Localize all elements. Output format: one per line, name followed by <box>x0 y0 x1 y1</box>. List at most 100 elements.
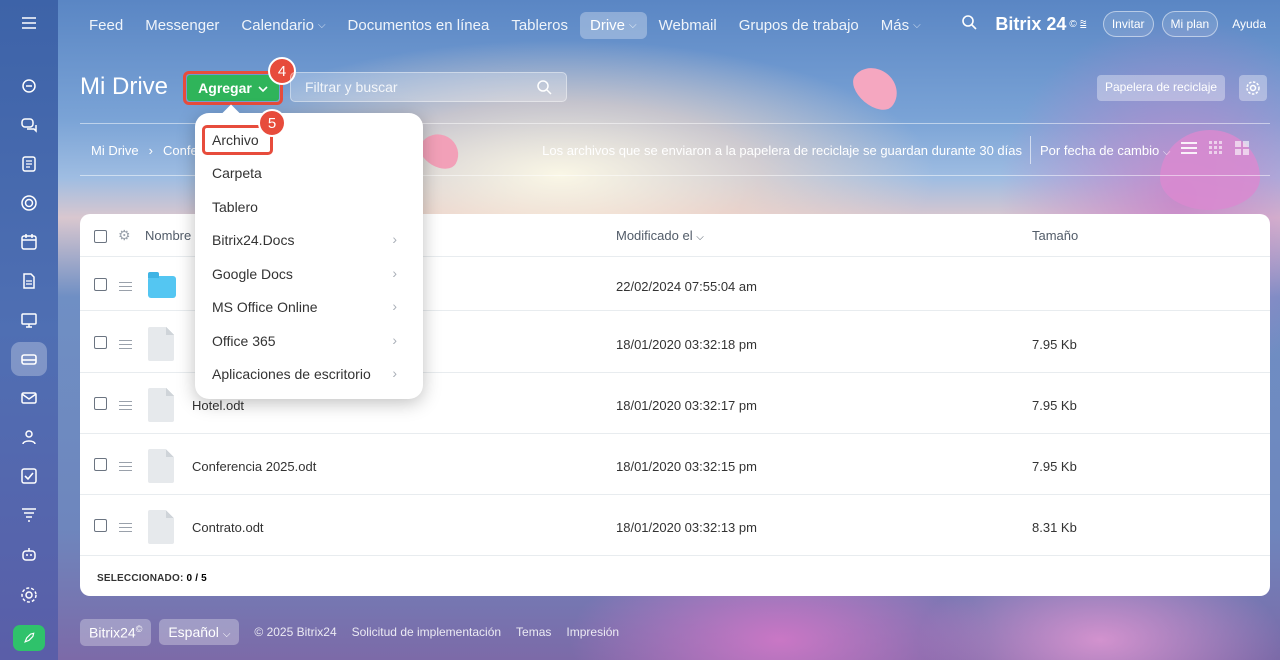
menu-item-google-docs[interactable]: Google Docs › <box>212 265 407 282</box>
column-header-name[interactable]: Nombre <box>145 228 191 243</box>
row-checkbox[interactable] <box>94 458 107 471</box>
background-petal <box>846 58 906 118</box>
feed-icon[interactable] <box>11 69 47 103</box>
groups-icon[interactable] <box>11 420 47 454</box>
file-name[interactable]: Hotel.odt <box>192 398 244 413</box>
large-grid-view-icon[interactable] <box>1234 140 1250 161</box>
mail-icon[interactable] <box>11 381 47 415</box>
rocket-icon[interactable] <box>13 625 45 651</box>
search-icon[interactable] <box>961 14 977 35</box>
drag-handle-icon[interactable] <box>119 282 132 291</box>
chevron-down-icon: ⌵ <box>629 19 637 31</box>
language-select[interactable]: Español ⌵ <box>159 619 240 646</box>
table-row[interactable]: Conferencia 2025.odt 18/01/2020 03:32:15… <box>80 434 1270 495</box>
menu-item-office-365[interactable]: Office 365 › <box>212 332 407 349</box>
chevron-down-icon: ⌵ <box>1162 147 1171 158</box>
nav-boards[interactable]: Tableros <box>501 12 578 39</box>
recycle-bin-button[interactable]: Papelera de reciclaje <box>1097 75 1226 101</box>
funnel-icon[interactable] <box>11 498 47 532</box>
nav-webmail[interactable]: Webmail <box>649 12 727 39</box>
chevron-down-icon: ⌵ <box>696 232 704 243</box>
menu-item-bitrix24-docs[interactable]: Bitrix24.Docs › <box>212 231 407 248</box>
small-grid-view-icon[interactable] <box>1208 140 1224 161</box>
invite-button[interactable]: Invitar <box>1102 11 1154 37</box>
gear-icon[interactable]: ⚙ <box>118 227 131 244</box>
footer-link-implementation[interactable]: Solicitud de implementación <box>352 625 501 639</box>
row-checkbox[interactable] <box>94 397 107 410</box>
file-name[interactable]: Conferencia 2025.odt <box>192 459 316 474</box>
chevron-down-icon: ⌵ <box>317 19 326 31</box>
menu-item-board[interactable]: Tablero <box>212 199 407 215</box>
chevron-right-icon: › <box>392 298 397 314</box>
top-navigation: Feed Messenger Calendario ⌵ Documentos en… <box>58 0 1280 50</box>
language-label: Español <box>168 624 219 641</box>
file-modified: 22/02/2024 07:55:04 am <box>616 279 757 294</box>
drag-handle-icon[interactable] <box>119 401 132 410</box>
row-checkbox[interactable] <box>94 336 107 349</box>
gear-icon[interactable] <box>1239 75 1267 101</box>
footer-brand-button[interactable]: Bitrix24© <box>80 619 152 646</box>
footer-brand-mark: © <box>135 624 143 634</box>
help-button[interactable]: Ayuda <box>1226 12 1272 36</box>
calendar-icon[interactable] <box>11 225 47 259</box>
search-input[interactable]: Filtrar y buscar <box>290 72 567 102</box>
add-dropdown-menu: Archivo Carpeta Tablero Bitrix24.Docs › G… <box>195 113 423 399</box>
column-header-modified[interactable]: Modificado el ⌵ <box>616 228 704 243</box>
menu-item-label: Bitrix24.Docs <box>212 232 295 248</box>
table-row[interactable]: Contrato.odt 18/01/2020 03:32:13 pm 8.31… <box>80 495 1270 556</box>
nav-label: Más <box>880 16 910 34</box>
row-checkbox[interactable] <box>94 519 107 532</box>
nav-messenger[interactable]: Messenger <box>135 12 229 39</box>
breadcrumb-current[interactable]: Confe <box>163 143 198 158</box>
list-view-icon[interactable] <box>1180 140 1198 161</box>
file-size: 7.95 Kb <box>1032 459 1077 474</box>
chat-icon[interactable] <box>11 108 47 142</box>
file-modified: 18/01/2020 03:32:13 pm <box>616 520 757 535</box>
brand-logo[interactable]: Bitrix 24 © ⩰ <box>995 14 1086 35</box>
menu-item-ms-office-online[interactable]: MS Office Online › <box>212 298 407 315</box>
menu-item-folder[interactable]: Carpeta <box>212 165 407 181</box>
menu-item-desktop-apps[interactable]: Aplicaciones de escritorio › <box>212 365 407 382</box>
file-icon <box>148 327 174 361</box>
divider <box>1030 136 1031 164</box>
presentation-icon[interactable] <box>11 303 47 337</box>
nav-workgroups[interactable]: Grupos de trabajo <box>729 12 869 39</box>
chevron-right-icon: › <box>148 143 154 158</box>
nav-drive[interactable]: Drive ⌵ <box>580 11 647 39</box>
row-checkbox[interactable] <box>94 278 107 291</box>
add-button[interactable]: Agregar <box>187 75 279 101</box>
file-modified: 18/01/2020 03:32:17 pm <box>616 398 757 413</box>
target-icon[interactable] <box>11 186 47 220</box>
nav-online-documents[interactable]: Documentos en línea <box>338 12 500 39</box>
robot-icon[interactable] <box>11 537 47 571</box>
menu-item-label: MS Office Online <box>212 299 318 315</box>
nav-more[interactable]: Más ⌵ <box>871 12 931 39</box>
nav-feed[interactable]: Feed <box>79 12 133 39</box>
chevron-right-icon: › <box>392 332 397 348</box>
column-header-size[interactable]: Tamaño <box>1032 228 1078 243</box>
drag-handle-icon[interactable] <box>119 523 132 532</box>
breadcrumb-root[interactable]: Mi Drive <box>91 143 139 158</box>
breadcrumb: Mi Drive › Confe <box>91 143 198 158</box>
drive-icon[interactable] <box>11 342 47 376</box>
sort-select[interactable]: Por fecha de cambio ⌵ <box>1040 143 1170 158</box>
settings-icon[interactable] <box>11 578 47 612</box>
drag-handle-icon[interactable] <box>119 340 132 349</box>
menu-icon[interactable] <box>11 6 47 40</box>
footer-link-themes[interactable]: Temas <box>516 625 551 639</box>
nav-calendar[interactable]: Calendario ⌵ <box>231 12 335 39</box>
footer-link-print[interactable]: Impresión <box>566 625 619 639</box>
chevron-right-icon: › <box>392 265 397 281</box>
tasks-icon[interactable] <box>11 459 47 493</box>
my-plan-button[interactable]: Mi plan <box>1161 11 1219 37</box>
file-text-icon[interactable] <box>11 264 47 298</box>
file-name[interactable]: Contrato.odt <box>192 520 264 535</box>
search-placeholder: Filtrar y buscar <box>305 79 398 95</box>
document-icon[interactable] <box>11 147 47 181</box>
step-badge-5: 5 <box>258 109 286 137</box>
nav-label: Feed <box>89 16 124 34</box>
sliders-icon: ⩰ <box>1079 16 1087 31</box>
drag-handle-icon[interactable] <box>119 462 132 471</box>
select-all-checkbox[interactable] <box>94 230 107 243</box>
menu-item-label: Tablero <box>212 199 258 215</box>
